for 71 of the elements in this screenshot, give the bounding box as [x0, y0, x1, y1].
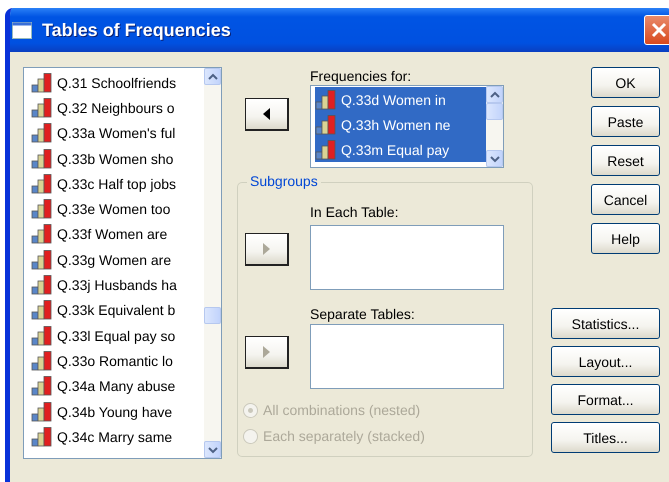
bar-chart-icon — [31, 326, 53, 346]
variable-item[interactable]: Q.34a Many abuse — [31, 374, 204, 399]
radio-label: Each separately (stacked) — [263, 428, 425, 444]
scroll-down-button[interactable] — [204, 441, 221, 458]
options-button[interactable]: Format... — [551, 384, 660, 415]
dialog-button[interactable]: Reset — [591, 145, 660, 176]
variable-item[interactable]: Q.33g Women are — [31, 247, 204, 272]
up-chevron-icon — [208, 72, 218, 80]
variable-item[interactable]: Q.31 Schoolfriends — [31, 70, 204, 96]
scrollbar-thumb[interactable] — [486, 103, 503, 120]
bar-chart-icon — [31, 275, 53, 296]
variable-item[interactable]: Q.33e Women too — [31, 196, 204, 222]
bar-chart-icon — [31, 98, 53, 118]
window-icon — [12, 22, 32, 38]
list-field[interactable] — [310, 225, 504, 290]
list-field[interactable] — [310, 324, 504, 389]
bar-chart-icon — [315, 90, 337, 110]
options-button[interactable]: Layout... — [551, 346, 660, 377]
scroll-up-button[interactable] — [204, 68, 221, 85]
variable-item[interactable]: Q.33k Equivalent b — [31, 298, 204, 323]
variable-item[interactable]: Q.33b Women sho — [31, 146, 204, 172]
scroll-down-button[interactable] — [486, 150, 503, 167]
scrollbar-thumb[interactable] — [204, 307, 221, 324]
bar-chart-icon — [31, 426, 53, 447]
variable-item[interactable]: Q.32 Neighbours o — [31, 95, 204, 121]
group-title: Subgroups — [247, 173, 321, 189]
bar-chart-icon — [31, 350, 53, 371]
dialog-button[interactable]: Cancel — [591, 184, 660, 215]
field-label: Separate Tables: — [310, 305, 415, 323]
variable-item[interactable]: Q.33d Women in — [315, 87, 486, 112]
bar-chart-icon — [31, 224, 53, 244]
bar-chart-icon — [31, 250, 53, 270]
variable-item[interactable]: Q.33l Equal pay so — [31, 322, 204, 348]
bar-chart-icon — [31, 148, 53, 169]
variable-item[interactable]: Q.33f Women are — [31, 222, 204, 248]
bar-chart-icon — [315, 114, 337, 134]
up-chevron-icon — [490, 90, 500, 98]
left-triangle-icon — [261, 107, 272, 121]
dialog-button[interactable]: Paste — [591, 106, 660, 137]
close-button[interactable] — [644, 15, 669, 45]
variable-item[interactable]: Q.34b Young have — [31, 398, 204, 424]
variable-item[interactable]: Q.33a Women's ful — [31, 120, 204, 146]
bar-chart-icon — [31, 123, 53, 144]
move-button[interactable] — [245, 98, 289, 131]
bar-chart-icon — [315, 140, 337, 160]
options-button[interactable]: Statistics... — [551, 308, 660, 339]
variable-item[interactable]: Q.34c Marry same — [31, 424, 204, 450]
down-chevron-icon — [208, 446, 218, 454]
dialog-button[interactable]: Help — [591, 223, 660, 254]
scroll-up-button[interactable] — [486, 86, 503, 103]
bar-chart-icon — [31, 402, 53, 422]
variable-item[interactable]: Q.33c Half top jobs — [31, 171, 204, 196]
right-triangle-icon — [261, 242, 272, 256]
down-chevron-icon — [490, 154, 500, 162]
variable-item[interactable]: Q.33m Equal pay — [315, 137, 486, 162]
close-icon — [651, 22, 667, 38]
bar-chart-icon — [31, 199, 53, 220]
variable-item[interactable]: Q.33j Husbands ha — [31, 272, 204, 298]
options-button[interactable]: Titles... — [551, 422, 660, 453]
radio-label: All combinations (nested) — [263, 402, 420, 418]
field-label: In Each Table: — [310, 203, 398, 221]
bar-chart-icon — [31, 174, 53, 194]
variable-item[interactable]: Q.33h Women ne — [315, 112, 486, 137]
bar-chart-icon — [31, 72, 53, 93]
list-label: Frequencies for: — [310, 67, 412, 85]
dialog-button[interactable]: OK — [591, 67, 660, 98]
window-title: Tables of Frequencies — [42, 20, 231, 40]
bar-chart-icon — [31, 376, 53, 396]
variable-item[interactable]: Q.33o Romantic lo — [31, 348, 204, 374]
right-triangle-icon — [261, 345, 272, 359]
bar-chart-icon — [31, 300, 53, 320]
